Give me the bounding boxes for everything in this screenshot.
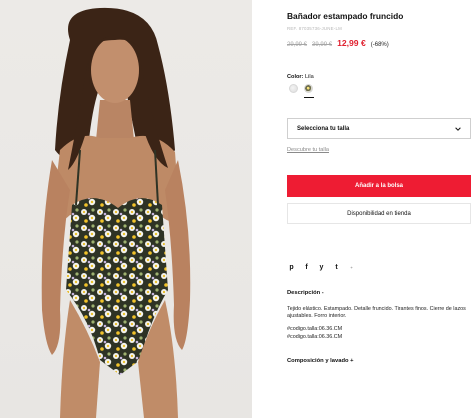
previous-price: 39,99 € [312, 42, 333, 48]
pinterest-icon[interactable]: p [288, 264, 295, 272]
original-price: 29,99 € [287, 42, 308, 48]
composition-heading[interactable]: Composición y lavado + [287, 358, 354, 364]
product-photo[interactable] [0, 0, 252, 418]
description-text: Tejido elástico. Estampado. Detalle frun… [287, 306, 466, 320]
size-select-label: Selecciona tu talla [297, 125, 350, 132]
add-to-bag-button[interactable]: Añadir a la bolsa [287, 175, 471, 197]
product-reference: REF. 87035736-JUNE-LM [287, 26, 342, 31]
size-select[interactable]: Selecciona tu talla [287, 118, 471, 139]
store-availability-button[interactable]: Disponibilidad en tienda [287, 203, 471, 224]
twitter-icon[interactable]: y [318, 264, 325, 272]
product-info-panel: Bañador estampado fruncido REF. 87035736… [287, 0, 471, 418]
selected-swatch-indicator [304, 97, 314, 98]
chevron-down-icon [455, 126, 461, 131]
color-swatch-white[interactable] [289, 84, 298, 93]
color-label: Color: Lila [287, 74, 314, 80]
plus-icon[interactable]: + [348, 264, 355, 272]
color-value: Lila [305, 74, 314, 80]
tumblr-icon[interactable]: t [333, 264, 340, 272]
color-swatch-print[interactable] [304, 84, 313, 93]
color-label-key: Color: [287, 74, 304, 80]
size-code-2: #codigo.talla:06.36.CM [287, 334, 343, 340]
color-swatches [289, 84, 313, 93]
size-code-1: #codigo.talla:06.36.CM [287, 326, 343, 332]
price-row: 29,99 € 39,99 € 12,99 € (-68%) [287, 38, 389, 48]
share-icons: p f y t + [288, 264, 355, 272]
discount-badge: (-68%) [370, 42, 389, 48]
size-guide-link[interactable]: Descubre tu talla [287, 147, 329, 153]
product-title: Bañador estampado fruncido [287, 11, 404, 21]
sale-price: 12,99 € [337, 38, 366, 48]
facebook-icon[interactable]: f [303, 264, 310, 272]
description-heading[interactable]: Descripción - [287, 290, 324, 296]
